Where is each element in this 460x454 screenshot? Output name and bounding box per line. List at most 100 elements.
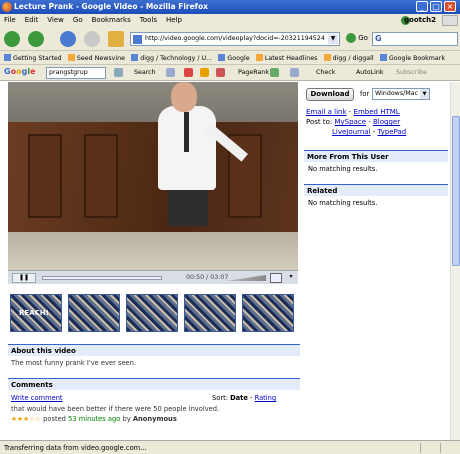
email-link[interactable]: Email a link <box>306 108 347 116</box>
google-search-button[interactable]: Search <box>134 69 156 76</box>
search-engine-icon: G <box>375 34 382 43</box>
comments-heading: Comments <box>8 378 300 390</box>
address-bar[interactable]: http://video.google.com/videoplay?docid=… <box>130 32 340 46</box>
google-query-input[interactable]: prangstgrup <box>46 67 106 79</box>
bookmark-item[interactable]: Google <box>218 51 250 62</box>
menu-tools[interactable]: Tools <box>136 14 162 24</box>
platform-select[interactable]: Windows/Mac ▼ <box>372 88 430 100</box>
comment-author: Anonymous <box>132 415 177 423</box>
share-links: Email a link - Embed HTML <box>306 108 400 116</box>
fullscreen-icon[interactable] <box>270 273 282 283</box>
video-frame[interactable] <box>8 82 298 270</box>
video-thumbnail[interactable] <box>10 294 62 332</box>
status-divider <box>420 443 421 453</box>
sort-controls: Sort: Date - Rating <box>212 394 277 402</box>
google-logo[interactable]: Google <box>4 67 36 76</box>
pagerank-indicator[interactable]: PageRank <box>238 69 269 76</box>
scrollbar-thumb[interactable] <box>452 116 460 266</box>
search-box[interactable]: G <box>372 32 458 46</box>
menu-help[interactable]: Help <box>162 14 187 24</box>
sidebar: Download for Windows/Mac ▼ Email a link -… <box>304 82 450 440</box>
address-dropdown-icon[interactable]: ▼ <box>328 34 338 44</box>
forward-icon[interactable] <box>28 31 44 47</box>
user-name[interactable]: gootch2 <box>404 16 436 24</box>
menu-edit[interactable]: Edit <box>21 14 44 24</box>
bookmarks-toolbar: Getting Started Seed Newsvine digg / Tec… <box>0 51 460 65</box>
maximize-button[interactable]: □ <box>430 1 442 12</box>
close-button[interactable]: × <box>444 1 456 12</box>
chevron-down-icon: ▼ <box>420 89 429 99</box>
related-text: No matching results. <box>308 199 378 207</box>
video-thumbnail[interactable] <box>126 294 178 332</box>
go-button[interactable]: Go <box>346 33 368 43</box>
info-icon[interactable] <box>270 68 279 77</box>
video-thumbnail[interactable] <box>242 294 294 332</box>
download-button[interactable]: Download <box>306 88 354 101</box>
highlight-icon[interactable] <box>290 68 299 77</box>
navigation-toolbar: http://video.google.com/videoplay?docid=… <box>0 27 460 51</box>
video-scene-floor <box>8 232 298 270</box>
volume-slider[interactable] <box>226 275 266 281</box>
pause-button[interactable]: ❚❚ <box>12 273 36 283</box>
stop-icon[interactable] <box>84 31 100 47</box>
go-icon <box>346 33 356 43</box>
window-title-bar[interactable]: Lecture Prank - Google Video - Mozilla F… <box>0 0 460 14</box>
menu-view[interactable]: View <box>43 14 69 24</box>
bookmark-item[interactable]: Latest Headlines <box>255 51 317 62</box>
player-menu-button[interactable]: ▾ <box>286 273 296 283</box>
video-scene-lecturer-tie <box>184 112 189 152</box>
post-livejournal-link[interactable]: LiveJournal <box>332 128 371 136</box>
menu-go[interactable]: Go <box>69 14 88 24</box>
reload-icon[interactable] <box>60 31 76 47</box>
seek-bar[interactable] <box>42 276 162 280</box>
back-icon[interactable] <box>4 31 20 47</box>
post-to-row-2: LiveJournal - TypePad <box>332 128 407 136</box>
post-myspace-link[interactable]: MySpace <box>335 118 367 126</box>
more-from-user-heading: More From This User <box>304 150 448 162</box>
gmail-icon[interactable] <box>184 68 193 77</box>
subscribe-button[interactable]: Subscribe <box>396 69 427 76</box>
news-icon[interactable] <box>200 68 209 77</box>
menu-file[interactable]: File <box>0 14 21 24</box>
menu-bookmarks[interactable]: Bookmarks <box>88 14 136 24</box>
sort-date: Date <box>230 394 248 402</box>
rss-icon <box>255 54 263 61</box>
popup-blocker-icon[interactable] <box>216 68 225 77</box>
bookmark-item[interactable]: digg / Technology / U... <box>131 51 212 62</box>
write-comment-link[interactable]: Write comment <box>11 394 63 402</box>
bookmark-item[interactable]: Google Bookmark <box>379 51 445 62</box>
throbber-icon <box>442 15 458 26</box>
bookmark-icon <box>4 54 11 61</box>
thumbnail-strip <box>8 290 298 334</box>
vertical-scrollbar[interactable] <box>450 82 460 440</box>
post-to-row: Post to: MySpace - Blogger <box>306 118 401 126</box>
google-toolbar: Google prangstgrup Search PageRank Check… <box>0 65 460 81</box>
autolink-button[interactable]: AutoLink <box>356 69 384 76</box>
bookmark-icon <box>131 54 139 61</box>
minimize-button[interactable]: _ <box>416 1 428 12</box>
embed-html-link[interactable]: Embed HTML <box>354 108 400 116</box>
comment-time: 53 minutes ago <box>68 415 121 423</box>
search-site-icon[interactable] <box>166 68 175 77</box>
video-thumbnail[interactable] <box>68 294 120 332</box>
comment-text: that would have been better if there wer… <box>11 405 220 413</box>
post-typepad-link[interactable]: TypePad <box>378 128 407 136</box>
bookmark-item[interactable]: digg / diggall <box>323 51 374 62</box>
bookmark-item[interactable]: Seed Newsvine <box>67 51 125 62</box>
post-blogger-link[interactable]: Blogger <box>373 118 400 126</box>
search-options-icon[interactable] <box>114 68 123 77</box>
bookmark-item[interactable]: Getting Started <box>4 51 62 62</box>
address-input[interactable]: http://video.google.com/videoplay?docid=… <box>145 35 325 42</box>
firefox-icon <box>2 2 12 12</box>
more-from-user-text: No matching results. <box>308 165 378 173</box>
home-icon[interactable] <box>108 31 124 47</box>
download-for-label: for <box>360 90 370 98</box>
sort-rating-link[interactable]: Rating <box>255 394 277 402</box>
comment-meta: ★★★☆☆ posted 53 minutes ago by Anonymous <box>11 415 177 423</box>
video-scene-lecturer-legs <box>168 186 208 226</box>
status-text: Transferring data from video.google.com.… <box>4 444 147 452</box>
menu-bar: File Edit View Go Bookmarks Tools Help gootch2 <box>0 14 460 27</box>
spell-check-button[interactable]: Check <box>316 69 335 76</box>
video-thumbnail[interactable] <box>184 294 236 332</box>
video-scene-panel <box>84 134 118 218</box>
